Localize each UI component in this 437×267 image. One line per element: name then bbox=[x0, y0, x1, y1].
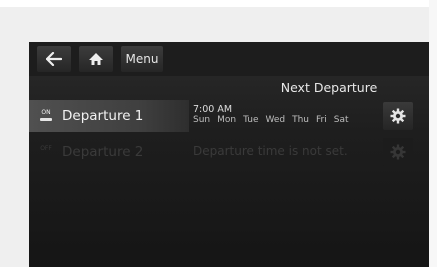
top-bar: Menu bbox=[29, 42, 429, 76]
gear-icon bbox=[390, 144, 406, 160]
toggle-off-label: OFF bbox=[40, 145, 52, 152]
menu-label: Menu bbox=[125, 52, 159, 66]
departure-1-time: 7:00 AM bbox=[193, 104, 233, 115]
day-sat: Sat bbox=[333, 115, 349, 125]
day-tue: Tue bbox=[243, 115, 259, 125]
day-sun: Sun bbox=[193, 115, 211, 125]
departure-row-2[interactable]: OFF Departure 2 Departure time is not se… bbox=[29, 136, 429, 168]
departure-1-name: Departure 1 bbox=[62, 108, 144, 124]
home-icon bbox=[89, 53, 103, 65]
departure-2-toggle[interactable]: OFF bbox=[40, 145, 52, 159]
departure-2-name: Departure 2 bbox=[62, 144, 144, 160]
back-button[interactable] bbox=[37, 46, 71, 72]
departure-1-name-cell[interactable]: ON Departure 1 bbox=[29, 100, 189, 132]
day-wed: Wed bbox=[265, 115, 286, 125]
page-right-band bbox=[429, 0, 437, 267]
departure-1-settings-button[interactable] bbox=[383, 102, 413, 130]
departure-2-settings-button[interactable] bbox=[383, 138, 413, 166]
menu-button[interactable]: Menu bbox=[121, 46, 163, 72]
departure-1-toggle[interactable]: ON bbox=[40, 109, 52, 123]
departure-2-message: Departure time is not set. bbox=[193, 144, 348, 158]
toggle-on-label: ON bbox=[41, 109, 51, 116]
head-unit-screen: Menu Next Departure ON Departure 1 7:00 … bbox=[29, 42, 429, 267]
day-mon: Mon bbox=[217, 115, 237, 125]
day-thu: Thu bbox=[292, 115, 310, 125]
next-departure-title: Next Departure bbox=[280, 80, 378, 95]
gear-icon bbox=[390, 108, 406, 124]
departure-1-days: Sun Mon Tue Wed Thu Fri Sat bbox=[193, 115, 356, 125]
day-fri: Fri bbox=[316, 115, 327, 125]
departure-row-1[interactable]: ON Departure 1 7:00 AM Sun Mon Tue Wed T… bbox=[29, 100, 429, 132]
home-button[interactable] bbox=[79, 46, 113, 72]
page-top-band bbox=[0, 0, 437, 7]
toggle-on-indicator bbox=[40, 118, 52, 121]
back-arrow-icon bbox=[46, 52, 62, 66]
